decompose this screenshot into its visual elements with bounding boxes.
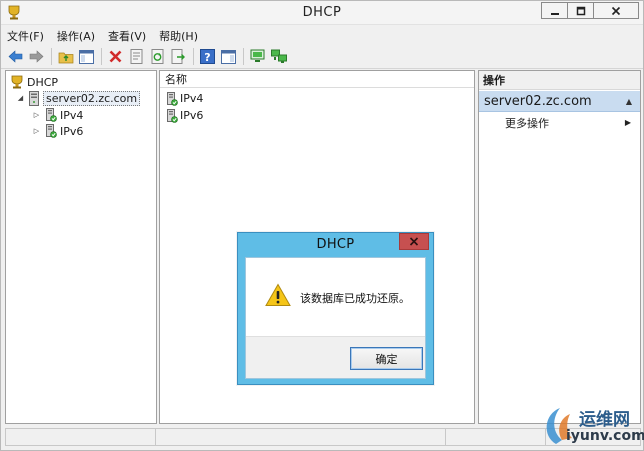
dhcp-trophy-icon: [11, 75, 23, 89]
export-list-button[interactable]: [170, 48, 187, 65]
menu-action[interactable]: 操作(A): [57, 28, 95, 44]
dialog-footer: 确定: [246, 336, 425, 378]
watermark-text-domain: iyunv.com: [566, 428, 644, 444]
forward-button[interactable]: [28, 48, 45, 65]
network-monitor-button[interactable]: [270, 48, 287, 65]
server-icon: [29, 90, 39, 106]
submenu-arrow-icon: ▶: [624, 118, 631, 127]
window-controls: [541, 2, 639, 19]
close-icon: [611, 6, 621, 15]
minimize-button[interactable]: [541, 2, 568, 19]
column-header-label: 名称: [165, 73, 187, 86]
menu-file[interactable]: 文件(F): [7, 28, 44, 44]
warning-icon: [265, 283, 291, 306]
status-cell: [6, 429, 156, 445]
actions-group-server[interactable]: server02.zc.com ▲: [479, 91, 640, 112]
monitor-button[interactable]: [249, 48, 266, 65]
properties-button[interactable]: [128, 48, 145, 65]
restore-success-dialog: DHCP 该数据库已成功还原。 确定: [237, 232, 434, 385]
action-more-actions[interactable]: 更多操作 ▶: [505, 115, 635, 131]
toolbar-separator: [243, 48, 244, 65]
toolbar-separator: [51, 48, 52, 65]
tree-label-server: server02.zc.com: [43, 90, 141, 106]
up-folder-button[interactable]: [57, 48, 74, 65]
close-icon: [409, 237, 419, 246]
folder-up-icon: [58, 52, 73, 63]
console-tree-pane[interactable]: DHCP ◢ server02.zc.com ▷ IPv4 ▷ IPv6: [5, 70, 157, 424]
toolbar-separator: [193, 48, 194, 65]
dialog-close-button[interactable]: [399, 233, 429, 250]
status-cell: [446, 429, 546, 445]
console-tree-icon: [79, 49, 94, 64]
tree-label-ipv4: IPv4: [60, 108, 84, 122]
menu-view[interactable]: 查看(V): [108, 28, 146, 44]
back-arrow-icon: [8, 50, 23, 63]
show-hide-console-tree-button[interactable]: [78, 48, 95, 65]
toolbar-separator: [101, 48, 102, 65]
help-icon: ?: [200, 49, 215, 64]
expand-triangle-icon[interactable]: ▷: [32, 111, 41, 120]
refresh-button[interactable]: [149, 48, 166, 65]
actions-pane: 操作 server02.zc.com ▲ 更多操作 ▶: [478, 70, 641, 424]
collapse-triangle-icon[interactable]: ◢: [16, 94, 25, 103]
show-hide-action-pane-button[interactable]: [220, 48, 237, 65]
menu-help[interactable]: 帮助(H): [159, 28, 198, 44]
column-header-name[interactable]: 名称: [160, 71, 474, 88]
network-monitors-icon: [270, 49, 287, 63]
tree-item-dhcp-root[interactable]: DHCP: [10, 74, 58, 90]
ok-button[interactable]: 确定: [350, 347, 423, 370]
maximize-icon: [576, 6, 585, 15]
minimize-icon: [550, 12, 559, 15]
tree-label-ipv6: IPv6: [60, 124, 84, 138]
help-button[interactable]: ?: [199, 48, 216, 65]
list-item-label: IPv4: [180, 92, 204, 105]
ipv4-scope-icon: [46, 108, 57, 122]
forward-arrow-icon: [29, 50, 44, 63]
dialog-body: 该数据库已成功还原。 确定: [245, 257, 426, 379]
maximize-button[interactable]: [567, 2, 594, 19]
svg-text:?: ?: [204, 51, 210, 64]
list-item[interactable]: IPv6: [166, 107, 203, 124]
menu-bar: 文件(F) 操作(A) 查看(V) 帮助(H): [1, 26, 643, 45]
ipv6-scope-icon: [167, 108, 178, 123]
actions-pane-header: 操作: [479, 71, 640, 90]
tree-item-server[interactable]: ◢ server02.zc.com: [16, 90, 141, 106]
back-button[interactable]: [7, 48, 24, 65]
tree-item-ipv4[interactable]: ▷ IPv4: [32, 107, 83, 123]
close-button[interactable]: [593, 2, 639, 19]
toolbar: ?: [1, 45, 643, 69]
collapse-up-triangle-icon[interactable]: ▲: [626, 97, 632, 106]
export-list-icon: [171, 49, 185, 64]
ipv4-scope-icon: [167, 91, 178, 106]
list-item[interactable]: IPv4: [166, 90, 203, 107]
delete-x-icon: [109, 50, 122, 63]
action-pane-icon: [221, 49, 236, 64]
actions-group-label: server02.zc.com: [484, 93, 592, 109]
ipv6-scope-icon: [46, 124, 57, 138]
status-cell: [156, 429, 446, 445]
properties-icon: [130, 49, 142, 64]
list-item-label: IPv6: [180, 109, 204, 122]
watermark-text-cn: 运维网: [579, 410, 630, 430]
action-more-actions-label: 更多操作: [505, 117, 549, 130]
tree-item-ipv6[interactable]: ▷ IPv6: [32, 123, 83, 139]
expand-triangle-icon[interactable]: ▷: [32, 127, 41, 136]
monitor-icon: [250, 49, 265, 62]
delete-button[interactable]: [107, 48, 124, 65]
dialog-message: 该数据库已成功还原。: [300, 292, 410, 305]
tree-label-dhcp: DHCP: [27, 75, 59, 89]
refresh-icon: [151, 49, 163, 64]
title-bar[interactable]: DHCP: [1, 1, 643, 25]
